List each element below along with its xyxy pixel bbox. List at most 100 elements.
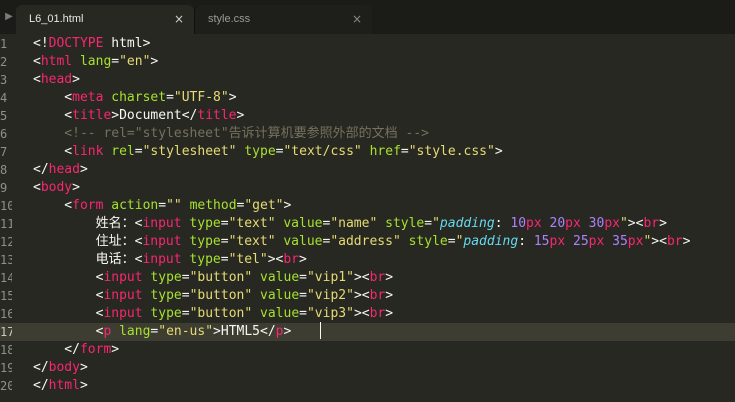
code-token: > (72, 72, 80, 87)
code-line[interactable]: 1 <!DOCTYPE html> (0, 35, 735, 53)
code-line[interactable]: 9 <body> (0, 179, 735, 197)
code-token: : (494, 216, 511, 231)
code-token: input (103, 270, 143, 285)
code-token: "vip1" (306, 270, 354, 285)
code-token: </ (33, 162, 49, 177)
line-code: <p lang="en-us">HTML5</p> (33, 323, 292, 341)
code-line[interactable]: 14 <input type="button" value="vip1"><br… (0, 269, 735, 287)
code-token: = (447, 234, 456, 249)
tab-close-icon[interactable]: × (174, 12, 184, 26)
code-token: px (627, 234, 644, 249)
code-token: >< (353, 270, 370, 285)
code-token: = (220, 234, 229, 249)
code-line[interactable]: 5 <title>Document</title> (0, 107, 735, 125)
code-token: > (682, 234, 691, 249)
code-token: = (181, 288, 190, 303)
code-line[interactable]: 18 </form> (0, 341, 735, 359)
code-token: input (142, 234, 182, 249)
code-line[interactable]: 3 <head> (0, 71, 735, 89)
code-line[interactable]: 13 电话：<input type="tel"><br> (0, 251, 735, 269)
line-code: <input type="button" value="vip3"><br> (33, 305, 393, 323)
code-token: > (72, 180, 80, 195)
code-token: <! (33, 36, 49, 51)
code-area[interactable]: 1 <!DOCTYPE html> 2 <html lang="en"> 3 <head>… (0, 34, 735, 402)
code-line[interactable]: 6 <!-- rel="stylesheet"告诉计算机要参照外部的文档 --> (0, 125, 735, 143)
code-token: title (197, 108, 237, 123)
code-line[interactable]: 16 <input type="button" value="vip3"><br… (0, 305, 735, 323)
code-token: "name" (330, 216, 378, 231)
code-line[interactable]: 19 </body> (0, 359, 735, 377)
code-token: DOCTYPE (48, 36, 104, 51)
code-token: = (299, 288, 307, 303)
code-line[interactable]: 7 <link rel="stylesheet" type="text/css"… (0, 143, 735, 161)
code-token: "stylesheet" (142, 144, 237, 159)
code-line[interactable]: 17 <p lang="en-us">HTML5</p> (0, 323, 735, 341)
line-number: 17 (0, 325, 12, 339)
tab-l6-01-html[interactable]: L6_01.html × (16, 5, 194, 34)
code-token: > (283, 198, 292, 213)
code-token: type (150, 270, 182, 285)
code-token: = (299, 306, 307, 321)
code-line[interactable]: 15 <input type="button" value="vip2"><br… (0, 287, 735, 305)
code-token: type (189, 252, 221, 267)
line-code: <html lang="en"> (33, 53, 158, 71)
code-token: "" (166, 198, 182, 213)
code-token: "text/css" (283, 144, 362, 159)
code-token: > (79, 162, 88, 177)
line-number: 16 (0, 307, 12, 321)
tab-style-css[interactable]: style.css × (194, 5, 372, 34)
code-token: > (111, 342, 120, 357)
code-line[interactable]: 8 </head> (0, 161, 735, 179)
line-code: <!-- rel="stylesheet"告诉计算机要参照外部的文档 --> (33, 125, 429, 143)
code-token: "en" (119, 54, 151, 69)
code-token: type (189, 216, 221, 231)
code-token: br (369, 270, 386, 285)
code-line[interactable]: 11 姓名：<input type="text" value="name" st… (0, 215, 735, 233)
code-token: "button" (189, 288, 253, 303)
code-token: body (48, 360, 80, 375)
code-token: href (369, 144, 401, 159)
code-token: = (424, 216, 433, 231)
code-line[interactable]: 20 </html> (0, 377, 735, 395)
code-token: 10 (510, 216, 527, 231)
code-token: "vip3" (306, 306, 354, 321)
code-token: > (299, 252, 307, 267)
code-line[interactable]: 12 住址：<input type="text" value="address"… (0, 233, 735, 251)
code-token: rel (111, 144, 135, 159)
code-token: > (659, 216, 667, 231)
code-token: head (48, 162, 80, 177)
code-token: input (142, 216, 182, 231)
code-token: br (369, 306, 386, 321)
code-token: " (432, 216, 440, 231)
code-token: "button" (189, 270, 253, 285)
line-code: <title>Document</title> (33, 107, 244, 125)
line-code: <body> (33, 179, 80, 197)
code-token: style (408, 234, 448, 249)
code-token: style (385, 216, 425, 231)
code-editor[interactable]: 1 <!DOCTYPE html> 2 <html lang="en"> 3 <head>… (0, 34, 735, 402)
code-token: = (220, 252, 229, 267)
code-token: px (549, 234, 566, 249)
code-token: >Document</ (111, 108, 198, 123)
line-code: 姓名：<input type="text" value="name" style… (33, 215, 667, 233)
code-token: 住址：< (33, 234, 143, 249)
line-number: 3 (0, 73, 8, 87)
code-line[interactable]: 4 <meta charset="UTF-8"> (0, 89, 735, 107)
code-line[interactable]: 2 <html lang="en"> (0, 53, 735, 71)
code-token: "address" (330, 234, 401, 249)
code-token: "tel" (228, 252, 268, 267)
code-token: value (260, 288, 300, 303)
code-token: < (33, 270, 104, 285)
tab-close-icon[interactable]: × (352, 12, 362, 26)
code-token: value (283, 216, 323, 231)
code-token: "button" (189, 306, 253, 321)
code-line[interactable]: 10 <form action="" method="get"> (0, 197, 735, 215)
